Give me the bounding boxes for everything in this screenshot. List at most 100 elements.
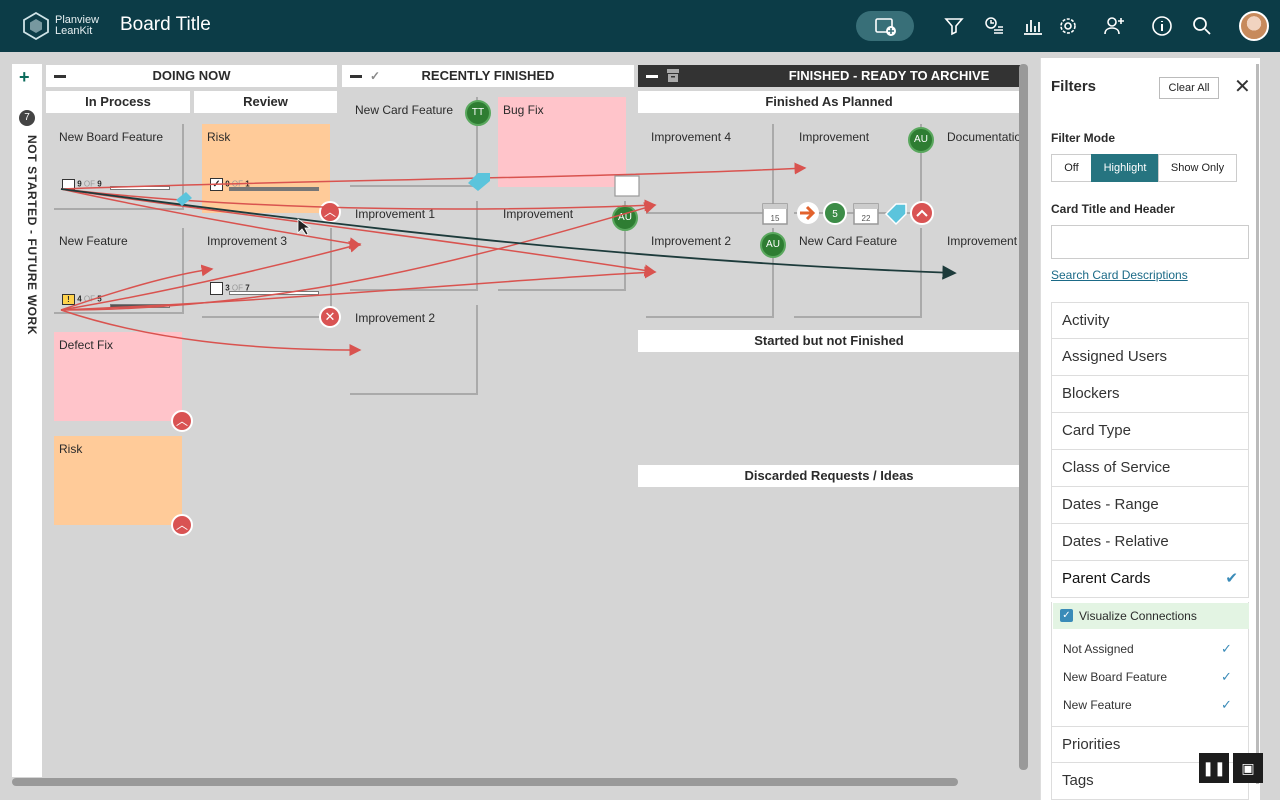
card-title-filter-label: Card Title and Header <box>1051 202 1175 216</box>
card-new-feature[interactable]: New Feature ! 4 OF 5 <box>54 228 184 314</box>
mode-highlight-button[interactable]: Highlight <box>1091 154 1159 182</box>
blocked-x-icon[interactable]: ✕ <box>319 306 341 328</box>
card-icon-strip: 15 5 22 <box>762 201 934 226</box>
search-card-descriptions-link[interactable]: Search Card Descriptions <box>1051 268 1188 282</box>
progress-bar <box>229 291 319 295</box>
card-title: Improvement <box>799 130 870 144</box>
check-icon[interactable]: ✓ <box>1221 669 1232 685</box>
close-icon[interactable]: ✕ <box>1234 74 1251 99</box>
filter-class-of-service[interactable]: Class of Service <box>1051 450 1249 487</box>
search-icon[interactable] <box>1190 14 1214 38</box>
expand-chevron-up-icon[interactable]: ︿ <box>171 514 193 536</box>
lane-doing-now[interactable]: DOING NOW <box>46 65 337 87</box>
collapse-minus-icon[interactable] <box>350 75 362 78</box>
card-title-input[interactable] <box>1051 225 1249 259</box>
picture-in-picture-icon[interactable]: ▣ <box>1233 753 1263 783</box>
card-bug-fix[interactable]: Bug Fix <box>498 97 626 187</box>
filter-label: Dates - Range <box>1062 496 1159 513</box>
filter-blockers[interactable]: Blockers <box>1051 376 1249 413</box>
card-improvement-1[interactable]: Improvement 1 <box>350 201 478 291</box>
info-icon[interactable] <box>1150 14 1174 38</box>
filter-mode-label: Filter Mode <box>1051 131 1116 145</box>
checkbox-icon: ✓ <box>210 178 223 191</box>
mode-show-only-button[interactable]: Show Only <box>1158 154 1237 182</box>
panel-scrollbar[interactable] <box>1256 64 1259 784</box>
card-improvement-3[interactable]: Improvement 3 3 OF 7 <box>202 228 332 318</box>
calendar-icon: 22 <box>853 203 879 225</box>
card-improvement-4[interactable]: Improvement 4 <box>646 124 774 214</box>
checkbox-checked-icon[interactable]: ✓ <box>1060 609 1073 622</box>
card-risk-1[interactable]: Risk ✓ 0 OF 1 <box>202 124 330 213</box>
expand-chevron-up-icon[interactable]: ︿ <box>171 410 193 432</box>
lane-finished-as-planned[interactable]: Finished As Planned <box>638 91 1020 113</box>
check-icon: ✓ <box>370 69 381 83</box>
filter-parent-cards[interactable]: Parent Cards ✔ <box>1051 561 1249 598</box>
add-lane-plus-icon[interactable]: + <box>19 67 30 88</box>
collapse-minus-icon[interactable] <box>646 75 658 78</box>
lane-discarded[interactable]: Discarded Requests / Ideas <box>638 465 1020 487</box>
option-new-feature[interactable]: New Feature <box>1063 698 1132 712</box>
analytics-icon[interactable] <box>1021 14 1045 38</box>
user-badge[interactable]: AU <box>908 127 934 153</box>
card-defect-fix[interactable]: Defect Fix <box>54 332 182 421</box>
user-badge[interactable]: AU <box>760 232 786 258</box>
pause-icon[interactable]: ❚❚ <box>1199 753 1229 783</box>
filter-label: Class of Service <box>1062 459 1171 476</box>
card-new-card-feature-2[interactable]: New Card Feature <box>794 228 922 318</box>
lane-review[interactable]: Review <box>194 91 337 113</box>
add-user-icon[interactable] <box>1103 14 1127 38</box>
check-icon[interactable]: ✓ <box>1221 641 1232 657</box>
filter-dates-relative[interactable]: Dates - Relative <box>1051 524 1249 561</box>
user-badge[interactable]: TT <box>465 100 491 126</box>
card-new-board-feature[interactable]: New Board Feature 9 OF 9 <box>54 124 184 210</box>
settings-gear-icon[interactable] <box>1056 14 1080 38</box>
filter-icon[interactable] <box>942 14 966 38</box>
visualize-connections-toggle[interactable]: ✓ Visualize Connections <box>1053 603 1249 629</box>
lane-finished-archive[interactable]: FINISHED - READY TO ARCHIVE <box>638 65 1020 87</box>
card-improvement-rf[interactable]: Improvement <box>498 201 626 291</box>
board-title[interactable]: Board Title <box>120 14 211 36</box>
card-progress: 9 OF 9 <box>62 179 102 190</box>
lane-recently-finished[interactable]: ✓ RECENTLY FINISHED <box>342 65 634 87</box>
card-improvement-fp2[interactable]: Improvement <box>942 228 1020 318</box>
warning-icon: ! <box>62 294 75 305</box>
user-avatar[interactable] <box>1239 11 1269 41</box>
collapse-minus-icon[interactable] <box>54 75 66 78</box>
card-improvement-2b[interactable]: Improvement 2 <box>646 228 774 318</box>
filter-activity[interactable]: Activity <box>1051 302 1249 339</box>
card-title: New Board Feature <box>59 130 164 144</box>
board-horizontal-scrollbar[interactable] <box>12 778 958 786</box>
card-title: Risk <box>207 130 231 144</box>
clear-all-button[interactable]: Clear All <box>1159 77 1219 99</box>
lane-in-process[interactable]: In Process <box>46 91 190 113</box>
backlog-lane-title[interactable]: NOT STARTED - FUTURE WORK <box>13 135 39 345</box>
option-new-board-feature[interactable]: New Board Feature <box>1063 670 1167 684</box>
progress-done: 9 <box>77 179 82 189</box>
option-not-assigned[interactable]: Not Assigned <box>1063 642 1134 656</box>
lane-started-not-finished[interactable]: Started but not Finished <box>638 330 1020 352</box>
add-card-button[interactable] <box>856 11 914 41</box>
card-title: Improvement <box>947 234 1018 248</box>
planview-logo-icon[interactable] <box>22 12 50 40</box>
user-badge[interactable]: AU <box>612 205 638 231</box>
filter-assigned-users[interactable]: Assigned Users <box>1051 339 1249 376</box>
filter-card-type[interactable]: Card Type <box>1051 413 1249 450</box>
card-new-card-feature-1[interactable]: New Card Feature <box>350 97 478 187</box>
card-documentation[interactable]: Documentatio <box>942 124 1020 214</box>
card-risk-2[interactable]: Risk <box>54 436 182 525</box>
filter-label: Activity <box>1062 312 1110 329</box>
board-vertical-scrollbar[interactable] <box>1019 64 1028 770</box>
count-5: 5 <box>832 209 838 220</box>
filter-category-list: Activity Assigned Users Blockers Card Ty… <box>1051 302 1249 598</box>
visualize-connections-label: Visualize Connections <box>1079 609 1197 623</box>
filter-label: Blockers <box>1062 385 1120 402</box>
card-improvement-2[interactable]: Improvement 2 <box>350 305 478 395</box>
logo-line-2: LeanKit <box>55 25 93 37</box>
check-icon[interactable]: ✓ <box>1221 697 1232 713</box>
mode-off-button[interactable]: Off <box>1051 154 1092 182</box>
filter-dates-range[interactable]: Dates - Range <box>1051 487 1249 524</box>
expand-chevron-up-icon[interactable]: ︿ <box>319 201 341 223</box>
progress-bar <box>110 186 170 190</box>
timeline-icon[interactable] <box>982 14 1006 38</box>
filters-title: Filters <box>1051 78 1097 95</box>
